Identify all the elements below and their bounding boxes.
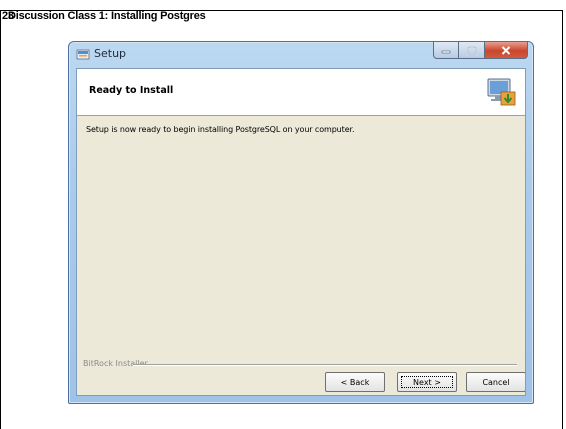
maximize-icon xyxy=(466,45,477,55)
close-button[interactable] xyxy=(485,42,528,59)
slide-title: Discussion Class 1: Installing Postgres xyxy=(8,10,206,22)
maximize-button[interactable] xyxy=(459,42,485,59)
window-title: Setup xyxy=(94,47,127,60)
cancel-button[interactable]: Cancel xyxy=(466,372,525,392)
back-button[interactable]: < Back xyxy=(325,372,385,392)
minimize-button[interactable] xyxy=(433,42,459,59)
footer-divider xyxy=(133,364,517,366)
next-button[interactable]: Next > xyxy=(397,372,457,392)
setup-app-icon xyxy=(76,49,90,60)
ready-description: Setup is now ready to begin installing P… xyxy=(86,125,355,134)
minimize-icon xyxy=(441,50,451,54)
dialog-header: Ready to Install xyxy=(77,69,525,116)
title-bar[interactable]: Setup xyxy=(69,42,533,66)
window-controls xyxy=(433,42,528,60)
setup-window: Setup Ready to Install Setup is now read… xyxy=(68,41,534,404)
header-title: Ready to Install xyxy=(89,85,174,96)
computer-install-icon xyxy=(487,78,516,106)
close-icon xyxy=(501,45,511,55)
dialog-client: Ready to Install Setup is now ready to b… xyxy=(76,68,526,396)
